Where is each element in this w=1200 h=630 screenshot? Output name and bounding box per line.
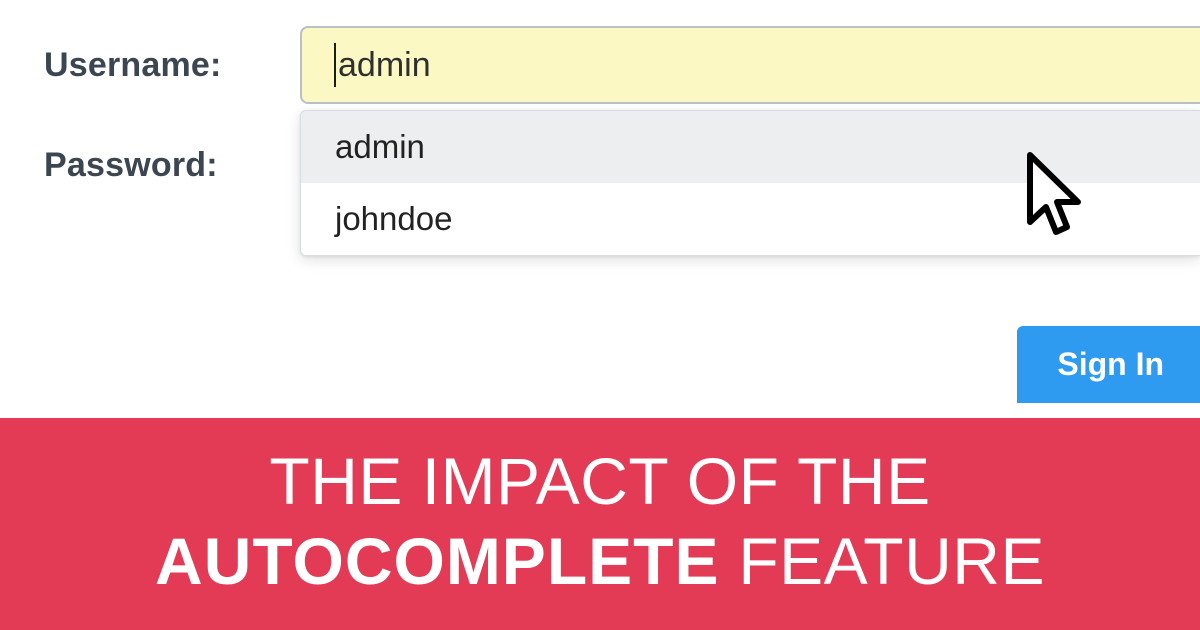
text-caret: [334, 43, 336, 87]
banner-line-1: THE IMPACT OF THE: [269, 445, 930, 518]
autocomplete-item-label: johndoe: [335, 200, 452, 238]
username-label: Username:: [0, 46, 300, 85]
signin-wrap: Sign In: [1017, 326, 1200, 403]
cursor-icon: [1020, 150, 1090, 250]
username-input[interactable]: admin: [300, 26, 1200, 104]
autocomplete-item-label: admin: [335, 128, 425, 166]
sign-in-button[interactable]: Sign In: [1017, 326, 1200, 403]
username-value: admin: [338, 46, 431, 85]
title-banner: THE IMPACT OF THE AUTOCOMPLETE FEATURE: [0, 418, 1200, 630]
banner-rest: FEATURE: [720, 524, 1045, 598]
banner-bold: AUTOCOMPLETE: [155, 524, 719, 598]
username-row: Username: admin: [0, 26, 1200, 104]
password-label: Password:: [0, 146, 300, 185]
banner-line-2: AUTOCOMPLETE FEATURE: [155, 520, 1045, 603]
